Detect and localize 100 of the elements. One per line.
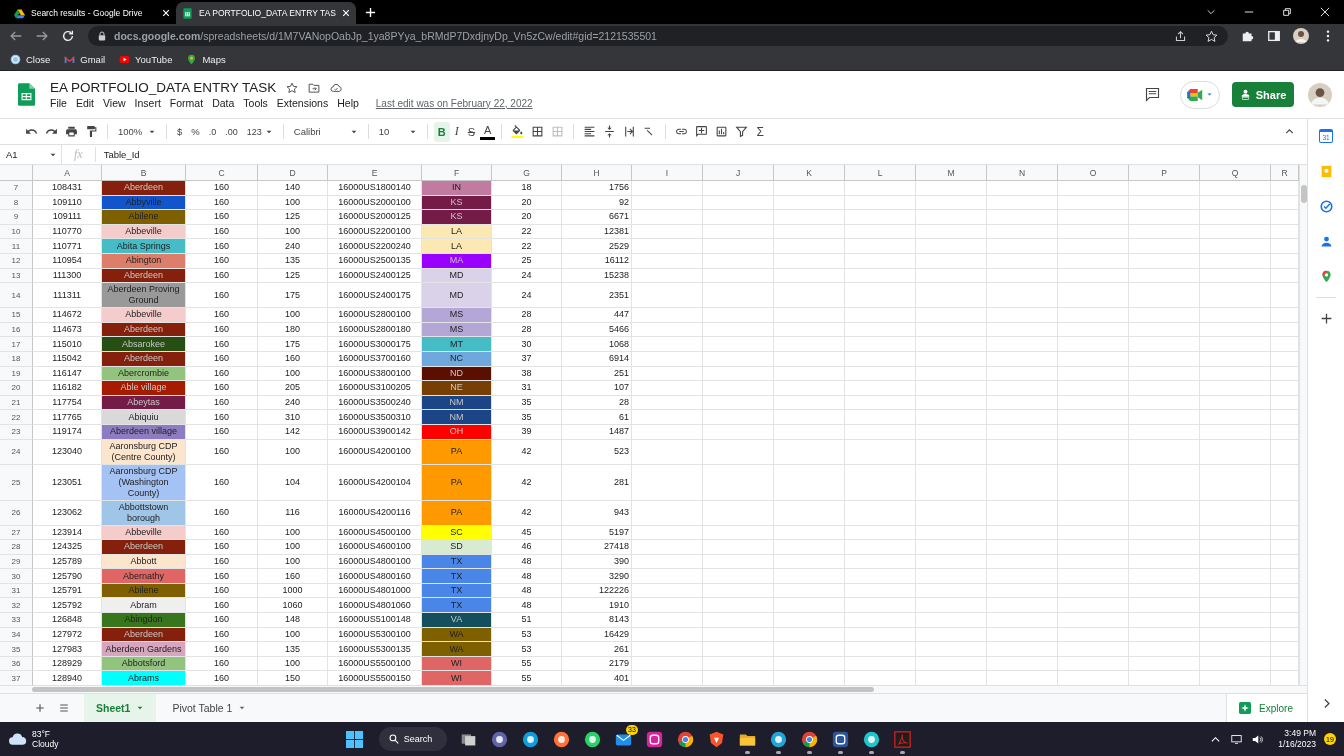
empty-cell[interactable] xyxy=(1200,410,1271,425)
empty-cell[interactable] xyxy=(1058,381,1129,396)
empty-cell[interactable] xyxy=(1200,500,1271,526)
empty-cell[interactable] xyxy=(1200,268,1271,284)
empty-cell[interactable] xyxy=(1058,554,1129,570)
empty-cell[interactable] xyxy=(1129,464,1200,501)
empty-cell[interactable] xyxy=(774,656,845,672)
empty-cell[interactable] xyxy=(1058,195,1129,211)
empty-cell[interactable] xyxy=(774,283,845,309)
browser-tab[interactable]: EA PORTFOLIO_DATA ENTRY TAS xyxy=(176,2,356,24)
empty-cell[interactable] xyxy=(987,381,1058,396)
empty-cell[interactable] xyxy=(632,337,703,352)
empty-cell[interactable] xyxy=(774,337,845,352)
empty-cell[interactable] xyxy=(632,210,703,225)
column-header[interactable]: C xyxy=(186,165,258,181)
empty-cell[interactable] xyxy=(845,464,916,501)
empty-cell[interactable] xyxy=(1058,224,1129,240)
menu-item[interactable]: Edit xyxy=(75,97,94,109)
empty-cell[interactable] xyxy=(1058,525,1129,541)
bookmark[interactable]: YouTube xyxy=(119,53,173,65)
cloud-icon[interactable] xyxy=(330,81,343,94)
empty-cell[interactable] xyxy=(1200,424,1271,440)
column-header[interactable]: D xyxy=(258,165,328,181)
empty-cell[interactable] xyxy=(632,569,703,584)
empty-cell[interactable] xyxy=(774,381,845,396)
empty-cell[interactable] xyxy=(703,569,774,584)
empty-cell[interactable] xyxy=(987,181,1058,196)
empty-cell[interactable] xyxy=(1058,439,1129,465)
empty-cell[interactable] xyxy=(845,195,916,211)
empty-cell[interactable] xyxy=(1200,540,1271,555)
empty-cell[interactable] xyxy=(1058,642,1129,657)
column-header[interactable]: K xyxy=(774,165,845,181)
empty-cell[interactable] xyxy=(774,210,845,225)
empty-cell[interactable] xyxy=(916,656,987,672)
star-icon[interactable] xyxy=(286,81,299,94)
text-color-button[interactable]: A xyxy=(480,123,496,140)
empty-cell[interactable] xyxy=(1129,598,1200,614)
column-header[interactable]: H xyxy=(562,165,632,181)
empty-cell[interactable] xyxy=(774,554,845,570)
empty-cell[interactable] xyxy=(845,410,916,425)
document-icon[interactable] xyxy=(831,730,849,748)
explore-button[interactable]: Explore xyxy=(1226,694,1307,722)
empty-cell[interactable] xyxy=(1129,253,1200,269)
empty-cell[interactable] xyxy=(774,642,845,657)
empty-cell[interactable] xyxy=(1058,366,1129,382)
empty-cell[interactable] xyxy=(916,525,987,541)
empty-cell[interactable] xyxy=(703,598,774,614)
empty-cell[interactable] xyxy=(916,181,987,196)
sheet-tab[interactable]: Sheet1 xyxy=(84,694,157,722)
empty-cell[interactable] xyxy=(1200,627,1271,643)
empty-cell[interactable] xyxy=(774,366,845,382)
empty-cell[interactable] xyxy=(1058,283,1129,309)
empty-cell[interactable] xyxy=(703,253,774,269)
avatar[interactable] xyxy=(1308,82,1332,107)
empty-cell[interactable] xyxy=(1058,181,1129,196)
empty-cell[interactable] xyxy=(632,366,703,382)
empty-cell[interactable] xyxy=(987,656,1058,672)
empty-cell[interactable] xyxy=(703,464,774,501)
empty-cell[interactable] xyxy=(1129,195,1200,211)
empty-cell[interactable] xyxy=(1200,525,1271,541)
empty-cell[interactable] xyxy=(1058,253,1129,269)
formula-input[interactable]: Table_Id xyxy=(95,149,1307,160)
share-icon[interactable] xyxy=(1174,29,1187,43)
sheet-tab[interactable]: Pivot Table 1 xyxy=(160,694,259,722)
empty-cell[interactable] xyxy=(703,395,774,411)
empty-cell[interactable] xyxy=(632,395,703,411)
column-header[interactable]: N xyxy=(987,165,1058,181)
empty-cell[interactable] xyxy=(1129,525,1200,541)
empty-cell[interactable] xyxy=(987,337,1058,352)
empty-cell[interactable] xyxy=(774,540,845,555)
empty-cell[interactable] xyxy=(845,268,916,284)
empty-cell[interactable] xyxy=(703,239,774,254)
italic-button[interactable]: I xyxy=(450,121,463,142)
empty-cell[interactable] xyxy=(1058,583,1129,599)
empty-cell[interactable] xyxy=(774,395,845,411)
empty-cell[interactable] xyxy=(1129,381,1200,396)
close-icon[interactable] xyxy=(1320,7,1330,17)
functions-button[interactable]: Σ xyxy=(752,121,768,142)
empty-cell[interactable] xyxy=(1058,268,1129,284)
bold-button[interactable]: B xyxy=(433,121,450,142)
empty-cell[interactable] xyxy=(632,322,703,338)
chevron-down-icon[interactable] xyxy=(1206,7,1216,17)
menu-item[interactable]: Help xyxy=(337,97,359,109)
select-all-corner[interactable] xyxy=(0,165,33,181)
empty-cell[interactable] xyxy=(845,642,916,657)
empty-cell[interactable] xyxy=(916,540,987,555)
row-header[interactable]: 37 xyxy=(0,671,33,685)
empty-cell[interactable] xyxy=(632,439,703,465)
empty-cell[interactable] xyxy=(1058,598,1129,614)
empty-cell[interactable] xyxy=(845,554,916,570)
empty-cell[interactable] xyxy=(1058,627,1129,643)
row-header[interactable]: 33 xyxy=(0,613,33,628)
empty-cell[interactable] xyxy=(987,322,1058,338)
empty-cell[interactable] xyxy=(703,500,774,526)
empty-cell[interactable] xyxy=(703,554,774,570)
empty-cell[interactable] xyxy=(703,410,774,425)
map-pin-icon[interactable] xyxy=(1319,270,1333,283)
empty-cell[interactable] xyxy=(1058,464,1129,501)
column-header[interactable]: L xyxy=(845,165,916,181)
empty-cell[interactable] xyxy=(987,613,1058,628)
